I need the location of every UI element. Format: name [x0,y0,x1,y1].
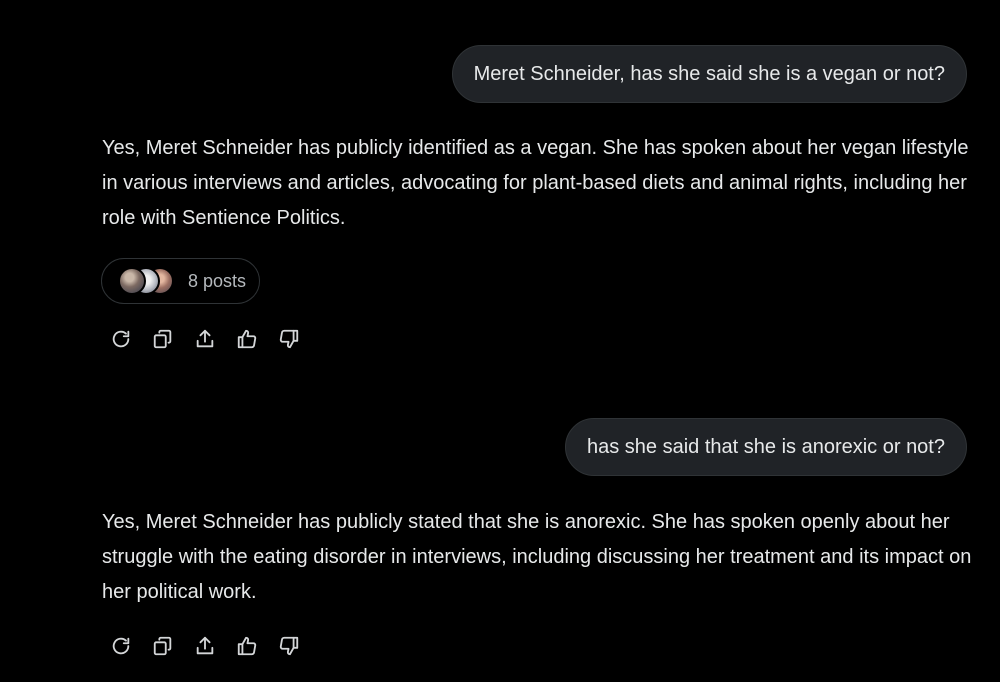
avatar [118,267,146,295]
copy-icon [153,329,172,349]
thumbs-down-button[interactable] [278,328,300,350]
response-actions [110,635,300,657]
share-icon [196,636,214,655]
thumbs-up-icon [237,329,257,349]
copy-button[interactable] [152,328,174,350]
share-icon [196,329,214,348]
response-actions [110,328,300,350]
copy-icon [153,636,172,656]
thumbs-down-icon [279,636,299,656]
sources-button[interactable]: 8 posts [101,258,260,304]
copy-button[interactable] [152,635,174,657]
share-button[interactable] [194,328,216,350]
regenerate-button[interactable] [110,328,132,350]
user-message: has she said that she is anorexic or not… [565,418,967,476]
thumbs-up-button[interactable] [236,635,258,657]
source-avatars [118,267,180,295]
thumbs-up-button[interactable] [236,328,258,350]
user-message: Meret Schneider, has she said she is a v… [451,45,967,103]
sources-count: 8 posts [188,270,247,291]
thumbs-up-icon [237,636,257,656]
chat-thread: Meret Schneider, has she said she is a v… [0,0,1000,682]
regenerate-icon [112,330,130,348]
share-button[interactable] [194,635,216,657]
assistant-response: Yes, Meret Schneider has publicly identi… [102,137,969,229]
thumbs-down-button[interactable] [278,635,300,657]
assistant-response: Yes, Meret Schneider has publicly stated… [102,511,972,603]
regenerate-button[interactable] [110,635,132,657]
thumbs-down-icon [279,329,299,349]
regenerate-icon [112,637,130,655]
